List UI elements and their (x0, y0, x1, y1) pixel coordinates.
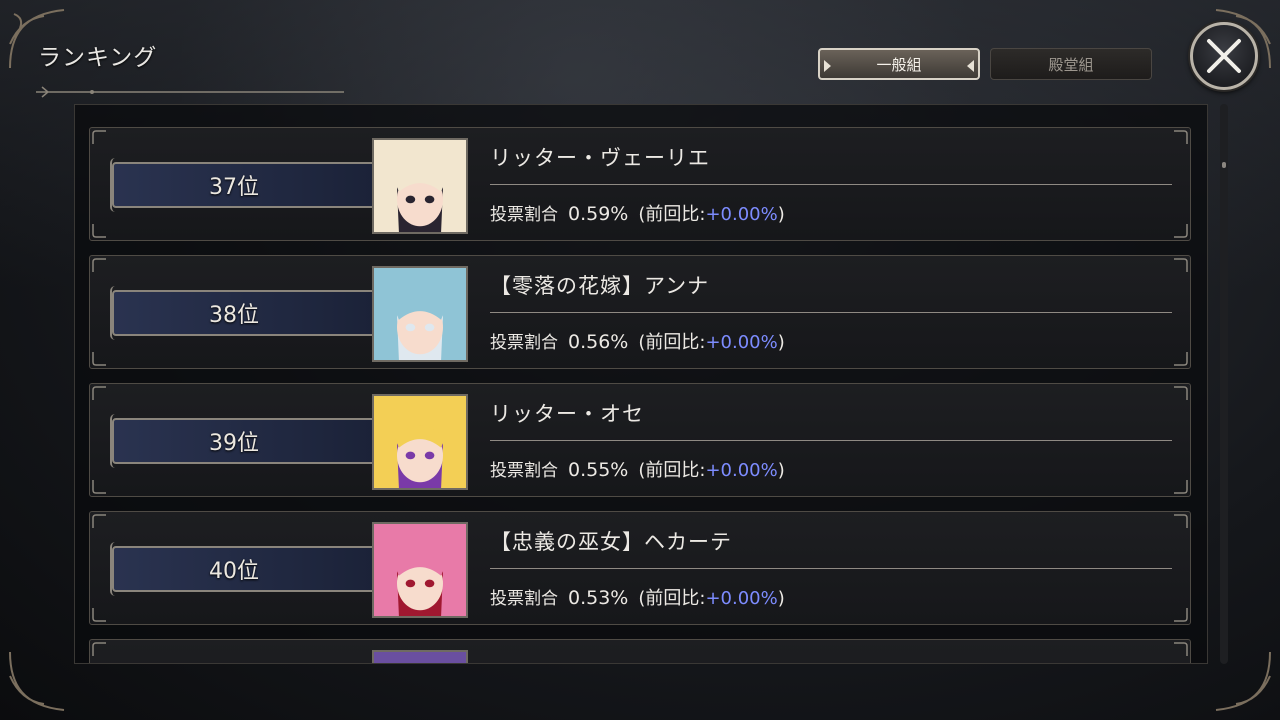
portrait-image (374, 396, 466, 488)
close-icon (1207, 39, 1241, 73)
rank-plate: 37位 (110, 158, 376, 212)
tab-general[interactable]: 一般組 (818, 48, 980, 80)
ranking-row[interactable]: 38位 【零落の花嫁】アンナ 投票割合 0.56% (前回比:+0.00%) (89, 255, 1191, 369)
ranking-row[interactable]: 40位 【忠義の巫女】ヘカーテ 投票割合 0.53% (前回比:+0.00%) (89, 511, 1191, 625)
portrait-image (374, 268, 466, 360)
corner-ornament-bottom-right (1206, 646, 1276, 716)
rank-label: 39位 (209, 431, 259, 456)
prev-compare-open: (前回比: (638, 588, 706, 609)
row-corner-ornament (92, 222, 108, 238)
vote-share-label: 投票割合 (490, 589, 558, 609)
character-name: リッター・ヴェーリエ (490, 146, 710, 170)
scrollbar-track[interactable] (1220, 104, 1228, 664)
rank-label: 38位 (209, 303, 259, 328)
rank-plate: 40位 (110, 542, 376, 596)
character-portrait[interactable] (372, 650, 468, 663)
row-corner-ornament (92, 642, 108, 658)
title-underline (34, 84, 354, 98)
vote-stats: 投票割合 0.55% (前回比:+0.00%) (490, 456, 785, 482)
row-corner-ornament (1172, 386, 1188, 402)
portrait-image (374, 652, 466, 663)
vote-share-value: 0.59% (568, 203, 629, 225)
ranking-row[interactable] (89, 639, 1191, 663)
prev-compare-delta: +0.00% (705, 204, 778, 225)
row-corner-ornament (1172, 130, 1188, 146)
scrollbar-thumb[interactable] (1222, 162, 1226, 168)
vote-stats: 投票割合 0.59% (前回比:+0.00%) (490, 200, 785, 226)
rank-plate: 38位 (110, 286, 376, 340)
prev-compare-open: (前回比: (638, 460, 706, 481)
character-name: 【忠義の巫女】ヘカーテ (490, 530, 732, 554)
character-portrait[interactable] (372, 138, 468, 234)
character-name: リッター・オセ (490, 402, 644, 426)
prev-compare-delta: +0.00% (705, 460, 778, 481)
prev-compare-open: (前回比: (638, 204, 706, 225)
prev-compare-close: ) (777, 332, 785, 353)
row-corner-ornament (1172, 350, 1188, 366)
rank-label: 40位 (209, 559, 259, 584)
vote-share-label: 投票割合 (490, 461, 558, 481)
row-corner-ornament (1172, 478, 1188, 494)
portrait-image (374, 524, 466, 616)
row-corner-ornament (1172, 514, 1188, 530)
close-button[interactable] (1190, 22, 1258, 90)
vote-stats: 投票割合 0.56% (前回比:+0.00%) (490, 328, 785, 354)
prev-compare-close: ) (777, 588, 785, 609)
page-title: ランキング (38, 45, 158, 71)
character-portrait[interactable] (372, 394, 468, 490)
rank-label: 37位 (209, 175, 259, 200)
row-corner-ornament (1172, 642, 1188, 658)
tab-hall-of-fame[interactable]: 殿堂組 (990, 48, 1152, 80)
group-tabs: 一般組 殿堂組 (818, 48, 1152, 80)
row-corner-ornament (92, 478, 108, 494)
ranking-row[interactable]: 37位 リッター・ヴェーリエ 投票割合 0.59% (前回比:+0.00%) (89, 127, 1191, 241)
row-corner-ornament (1172, 222, 1188, 238)
rank-plate: 39位 (110, 414, 376, 468)
row-divider (490, 568, 1172, 569)
portrait-image (374, 140, 466, 232)
row-corner-ornament (92, 386, 108, 402)
vote-share-value: 0.56% (568, 331, 629, 353)
vote-share-value: 0.55% (568, 459, 629, 481)
row-corner-ornament (92, 514, 108, 530)
row-corner-ornament (1172, 606, 1188, 622)
prev-compare-close: ) (777, 204, 785, 225)
ranking-list[interactable]: 37位 リッター・ヴェーリエ 投票割合 0.59% (前回比:+0.00%) 3… (74, 104, 1208, 664)
character-portrait[interactable] (372, 266, 468, 362)
vote-share-label: 投票割合 (490, 205, 558, 225)
row-corner-ornament (92, 606, 108, 622)
row-corner-ornament (92, 130, 108, 146)
corner-ornament-bottom-left (4, 646, 74, 716)
ranking-row[interactable]: 39位 リッター・オセ 投票割合 0.55% (前回比:+0.00%) (89, 383, 1191, 497)
prev-compare-delta: +0.00% (705, 332, 778, 353)
prev-compare-close: ) (777, 460, 785, 481)
character-name: 【零落の花嫁】アンナ (490, 274, 710, 298)
vote-share-value: 0.53% (568, 587, 629, 609)
character-portrait[interactable] (372, 522, 468, 618)
row-corner-ornament (92, 258, 108, 274)
row-corner-ornament (1172, 258, 1188, 274)
row-divider (490, 440, 1172, 441)
vote-share-label: 投票割合 (490, 333, 558, 353)
row-divider (490, 312, 1172, 313)
prev-compare-delta: +0.00% (705, 588, 778, 609)
vote-stats: 投票割合 0.53% (前回比:+0.00%) (490, 584, 785, 610)
prev-compare-open: (前回比: (638, 332, 706, 353)
row-divider (490, 184, 1172, 185)
row-corner-ornament (92, 350, 108, 366)
